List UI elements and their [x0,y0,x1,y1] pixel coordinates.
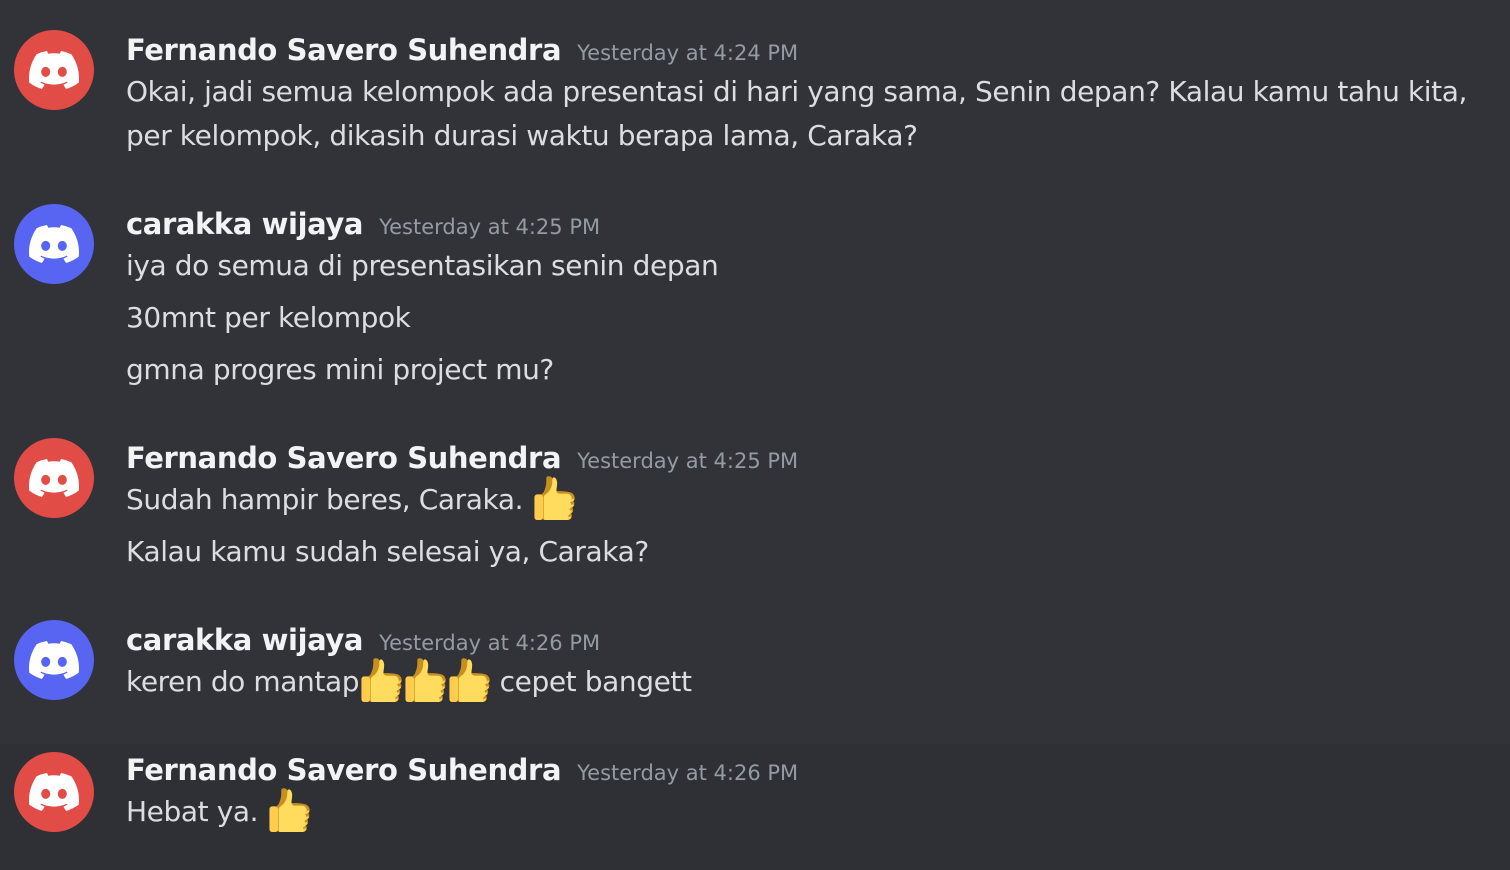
message-text: 30mnt per kelompok [126,301,411,334]
message-text-part: Sudah hampir beres, Caraka. [126,483,524,516]
message-group[interactable]: Fernando Savero Suhendra Yesterday at 4:… [0,744,1510,870]
message-text-part: cepet bangett [499,665,692,698]
avatar[interactable] [14,438,94,518]
timestamp[interactable]: Yesterday at 4:25 PM [577,441,798,481]
message-text: Sudah hampir beres, Caraka. [126,478,1496,522]
avatar[interactable] [14,620,94,700]
discord-logo-icon [29,641,79,679]
discord-logo-icon [29,459,79,497]
thumbs-up-icon[interactable] [403,658,447,702]
message-content: keren do mantap cepet bangett [126,660,1496,712]
message-text-part: Hebat ya. [126,795,259,828]
avatar[interactable] [14,204,94,284]
message-header: Fernando Savero Suhendra Yesterday at 4:… [126,30,798,70]
message-content: Okai, jadi semua kelompok ada presentasi… [126,70,1496,158]
thumbs-up-icon[interactable] [267,788,311,832]
timestamp[interactable]: Yesterday at 4:26 PM [577,753,798,793]
avatar[interactable] [14,30,94,110]
message-group[interactable]: Fernando Savero Suhendra Yesterday at 4:… [0,438,1510,588]
timestamp[interactable]: Yesterday at 4:24 PM [577,33,798,73]
message-text: Kalau kamu sudah selesai ya, Caraka? [126,535,649,568]
message-content: Sudah hampir beres, Caraka. Kalau kamu s… [126,478,1496,582]
message-text: Hebat ya. [126,790,1496,834]
message-group[interactable]: carakka wijaya Yesterday at 4:26 PM kere… [0,620,1510,720]
message-text: iya do semua di presentasikan senin depa… [126,249,719,282]
message-header: Fernando Savero Suhendra Yesterday at 4:… [126,438,798,478]
timestamp[interactable]: Yesterday at 4:26 PM [379,623,600,663]
message-header: Fernando Savero Suhendra Yesterday at 4:… [126,750,798,790]
message-text: Okai, jadi semua kelompok ada presentasi… [126,75,1467,152]
thumbs-up-icon[interactable] [532,476,576,520]
chat-messages: Fernando Savero Suhendra Yesterday at 4:… [0,0,1510,870]
message-group[interactable]: carakka wijaya Yesterday at 4:25 PM iya … [0,204,1510,400]
username[interactable]: Fernando Savero Suhendra [126,30,562,70]
thumbs-up-icon[interactable] [447,658,491,702]
message-text-part: keren do mantap [126,665,360,698]
discord-logo-icon [29,773,79,811]
message-header: carakka wijaya Yesterday at 4:25 PM [126,204,600,244]
discord-logo-icon [29,51,79,89]
thumbs-up-icon[interactable] [359,658,403,702]
discord-logo-icon [29,225,79,263]
username[interactable]: carakka wijaya [126,204,363,244]
message-content: Hebat ya. [126,790,1496,842]
username[interactable]: carakka wijaya [126,620,363,660]
message-group[interactable]: Fernando Savero Suhendra Yesterday at 4:… [0,30,1510,160]
message-text: keren do mantap cepet bangett [126,660,1496,704]
message-header: carakka wijaya Yesterday at 4:26 PM [126,620,600,660]
message-content: iya do semua di presentasikan senin depa… [126,244,1496,400]
username[interactable]: Fernando Savero Suhendra [126,438,562,478]
timestamp[interactable]: Yesterday at 4:25 PM [379,207,600,247]
message-text: gmna progres mini project mu? [126,353,554,386]
username[interactable]: Fernando Savero Suhendra [126,750,562,790]
avatar[interactable] [14,752,94,832]
